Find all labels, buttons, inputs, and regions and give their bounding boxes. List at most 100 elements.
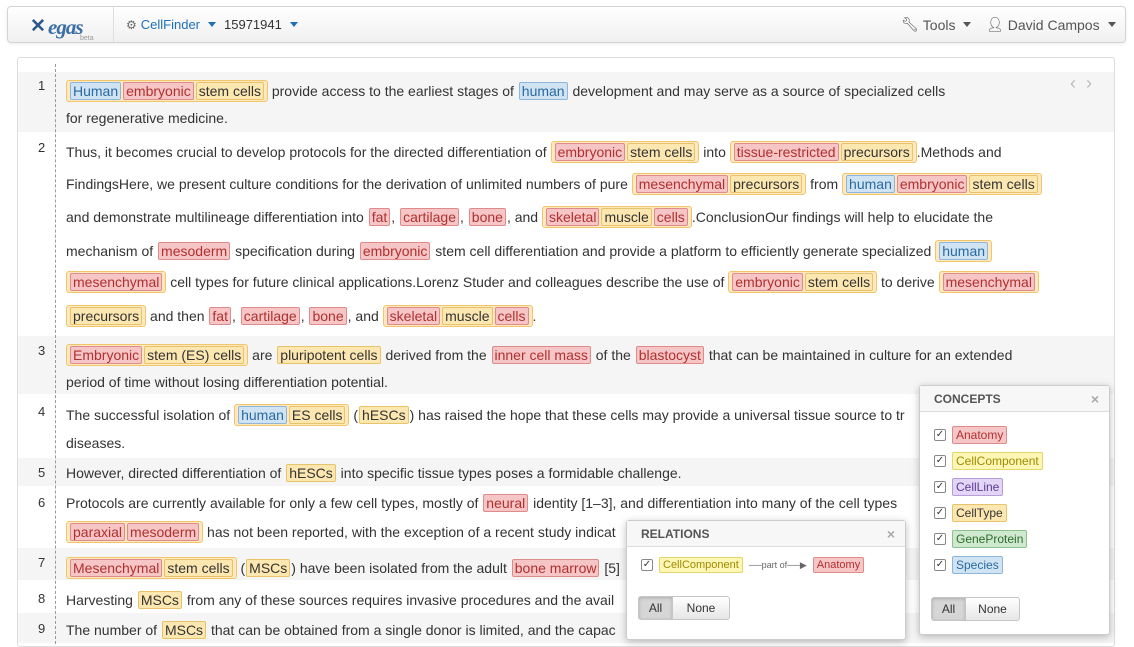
celltype-annotation[interactable]: stem cells	[627, 143, 696, 161]
pager[interactable]: ‹›	[1070, 73, 1102, 94]
anatomy-annotation[interactable]: tissue-restricted	[733, 143, 839, 161]
chevron-right-icon[interactable]: ›	[1086, 73, 1102, 93]
anatomy-annotation[interactable]: bone marrow	[511, 559, 600, 577]
concept-row[interactable]: ✓ Anatomy	[934, 426, 1008, 444]
anatomy-annotation[interactable]: mesenchymal	[635, 175, 729, 193]
celltype-annotation[interactable]: muscle	[442, 307, 493, 325]
sentence-line: The number of MSCs that can be obtained …	[66, 620, 616, 640]
anatomy-annotation[interactable]: fat	[368, 208, 391, 226]
species-annotation[interactable]: human	[518, 82, 568, 100]
celltype-annotation[interactable]: precursors	[840, 143, 913, 161]
anatomy-annotation[interactable]: Mesenchymal	[70, 559, 163, 577]
celltype-annotation[interactable]: pluripotent cells	[277, 346, 381, 364]
entity-group[interactable]: Embryonic stem (ES) cells	[66, 344, 249, 366]
concept-row[interactable]: ✓ Species	[934, 556, 1003, 574]
celltype-annotation[interactable]: hESCs	[286, 464, 336, 482]
entity-group[interactable]: mesenchymal	[66, 271, 167, 293]
entity-group[interactable]: Mesenchymal stem cells	[66, 557, 237, 579]
entity-group[interactable]: mesenchymal precursors	[631, 173, 807, 195]
concepts-none-button[interactable]: None	[965, 597, 1020, 621]
anatomy-annotation[interactable]: embryonic	[359, 242, 431, 260]
celltype-annotation[interactable]: stem cells	[164, 559, 233, 577]
user-menu[interactable]: 👤︎ David Campos	[986, 16, 1116, 33]
checkbox-checked-icon[interactable]: ✓	[934, 507, 946, 519]
checkbox-checked-icon[interactable]: ✓	[641, 559, 653, 571]
species-annotation[interactable]: human	[238, 406, 287, 424]
celltype-annotation[interactable]: stem cells	[195, 82, 264, 100]
entity-group[interactable]: human ES cells	[234, 404, 350, 426]
anatomy-annotation[interactable]: paraxial	[70, 523, 126, 541]
egas-logo[interactable]: ✕ egas beta	[30, 12, 100, 42]
anatomy-annotation[interactable]: cells	[494, 307, 529, 325]
sentence-number: 3	[38, 343, 46, 358]
chevron-down-icon[interactable]	[208, 22, 217, 27]
anatomy-annotation[interactable]: mesenchymal	[942, 273, 1035, 291]
entity-group[interactable]: human	[935, 240, 993, 262]
anatomy-annotation[interactable]: inner cell mass	[491, 346, 591, 364]
entity-group[interactable]: embryonic stem cells	[728, 271, 878, 293]
anatomy-annotation[interactable]: blastocyst	[635, 346, 704, 364]
entity-group[interactable]: paraxial mesoderm	[66, 521, 204, 543]
relation-row[interactable]: ✓ CellComponent ──part of──▶ Anatomy	[641, 557, 865, 573]
entity-group[interactable]: precursors	[66, 305, 147, 327]
entity-group[interactable]: skeletal muscle cells	[541, 206, 692, 228]
concept-row[interactable]: ✓ GeneProtein	[934, 530, 1028, 548]
checkbox-checked-icon[interactable]: ✓	[934, 481, 946, 493]
close-icon[interactable]: ×	[887, 526, 895, 542]
relations-all-button[interactable]: All	[638, 596, 673, 620]
entity-group[interactable]: embryonic stem cells	[550, 141, 700, 163]
entity-group[interactable]: human embryonic stem cells	[842, 173, 1042, 195]
celltype-annotation[interactable]: MSCs	[161, 621, 207, 639]
anatomy-annotation[interactable]: skeletal	[545, 208, 600, 226]
anatomy-annotation[interactable]: cartilage	[240, 307, 300, 325]
anatomy-annotation[interactable]: mesoderm	[158, 242, 231, 260]
anatomy-annotation[interactable]: embryonic	[554, 143, 626, 161]
anatomy-annotation[interactable]: mesoderm	[127, 523, 200, 541]
celltype-annotation[interactable]: hESCs	[359, 406, 409, 424]
species-annotation[interactable]: human	[846, 175, 895, 193]
checkbox-checked-icon[interactable]: ✓	[934, 429, 946, 441]
anatomy-annotation[interactable]: embryonic	[732, 273, 803, 291]
celltype-annotation[interactable]: stem cells	[969, 175, 1038, 193]
anatomy-annotation[interactable]: embryonic	[123, 82, 194, 100]
species-annotation[interactable]: human	[939, 242, 989, 260]
celltype-annotation[interactable]: stem cells	[804, 273, 874, 291]
celltype-annotation[interactable]: stem (ES) cells	[144, 346, 245, 364]
anatomy-annotation[interactable]: bone	[309, 307, 347, 325]
document-id[interactable]: 15971941	[224, 17, 282, 32]
celltype-annotation[interactable]: MSCs	[137, 591, 182, 609]
entity-group[interactable]: mesenchymal	[938, 271, 1039, 293]
checkbox-checked-icon[interactable]: ✓	[934, 533, 946, 545]
project-name[interactable]: CellFinder	[141, 17, 200, 32]
concept-row[interactable]: ✓ CellType	[934, 504, 1007, 522]
checkbox-checked-icon[interactable]: ✓	[934, 559, 946, 571]
anatomy-annotation[interactable]: neural	[483, 494, 529, 512]
entity-group[interactable]: skeletal muscle cells	[382, 305, 533, 327]
entity-group[interactable]: Human embryonic stem cells	[66, 80, 268, 102]
anatomy-annotation[interactable]: embryonic	[896, 175, 968, 193]
celltype-annotation[interactable]: precursors	[730, 175, 803, 193]
entity-group[interactable]: tissue-restricted precursors	[729, 141, 917, 163]
project-selector[interactable]: ⚙ CellFinder 15971941	[126, 17, 298, 32]
relations-none-button[interactable]: None	[672, 596, 730, 620]
anatomy-annotation[interactable]: cells	[653, 208, 688, 226]
anatomy-annotation[interactable]: skeletal	[386, 307, 441, 325]
close-icon[interactable]: ×	[1091, 391, 1099, 407]
celltype-annotation[interactable]: MSCs	[246, 559, 291, 577]
anatomy-annotation[interactable]: cartilage	[400, 208, 459, 226]
celltype-annotation[interactable]: ES cells	[288, 406, 346, 424]
concept-row[interactable]: ✓ CellLine	[934, 478, 1004, 496]
chevron-left-icon[interactable]: ‹	[1070, 73, 1086, 93]
tools-menu[interactable]: 🔧︎ Tools	[901, 16, 972, 33]
concepts-all-button[interactable]: All	[931, 597, 966, 621]
anatomy-annotation[interactable]: Embryonic	[70, 346, 143, 364]
chevron-down-icon[interactable]	[289, 22, 298, 27]
celltype-annotation[interactable]: muscle	[601, 208, 652, 226]
species-annotation[interactable]: Human	[70, 82, 122, 100]
concept-row[interactable]: ✓ CellComponent	[934, 452, 1043, 470]
anatomy-annotation[interactable]: mesenchymal	[70, 273, 163, 291]
anatomy-annotation[interactable]: bone	[468, 208, 506, 226]
celltype-annotation[interactable]: precursors	[70, 307, 143, 325]
anatomy-annotation[interactable]: fat	[209, 307, 231, 325]
checkbox-checked-icon[interactable]: ✓	[934, 455, 946, 467]
